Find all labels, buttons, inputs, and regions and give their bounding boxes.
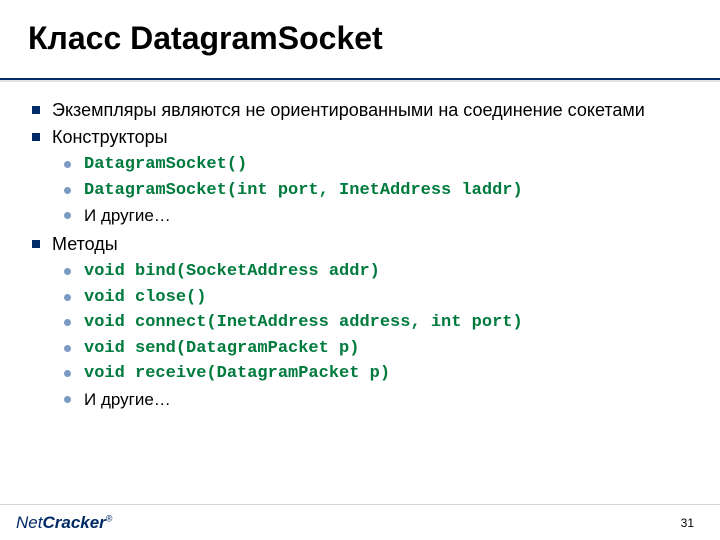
slide: Класс DatagramSocket Экземпляры являются… [0, 0, 720, 540]
text-item: И другие… [64, 203, 692, 229]
code-item: void bind(SocketAddress addr) [64, 259, 692, 285]
code-item: void receive(DatagramPacket p) [64, 361, 692, 387]
logo: NetCracker® [16, 513, 112, 533]
logo-part-cracker: Cracker [42, 513, 105, 532]
bullet-text: Конструкторы [52, 127, 168, 147]
code-item: void close() [64, 285, 692, 311]
logo-registered: ® [106, 513, 113, 523]
slide-content: Экземпляры являются не ориентированными … [28, 99, 692, 412]
bullet-item: Экземпляры являются не ориентированными … [32, 99, 692, 122]
code-item: void send(DatagramPacket p) [64, 336, 692, 362]
sub-bullet-list: DatagramSocket() DatagramSocket(int port… [64, 152, 692, 229]
bullet-list: Экземпляры являются не ориентированными … [32, 99, 692, 412]
code-item: void connect(InetAddress address, int po… [64, 310, 692, 336]
bullet-item: Конструкторы DatagramSocket() DatagramSo… [32, 126, 692, 229]
code-item: DatagramSocket(int port, InetAddress lad… [64, 178, 692, 204]
logo-part-net: Net [16, 513, 42, 532]
slide-title: Класс DatagramSocket [28, 20, 692, 57]
page-number: 31 [681, 516, 694, 530]
slide-footer: NetCracker® 31 [0, 504, 720, 540]
bullet-item: Методы void bind(SocketAddress addr) voi… [32, 233, 692, 413]
text-item: И другие… [64, 387, 692, 413]
bullet-text: Методы [52, 234, 118, 254]
sub-bullet-list: void bind(SocketAddress addr) void close… [64, 259, 692, 412]
code-item: DatagramSocket() [64, 152, 692, 178]
title-divider-shadow [0, 80, 720, 82]
